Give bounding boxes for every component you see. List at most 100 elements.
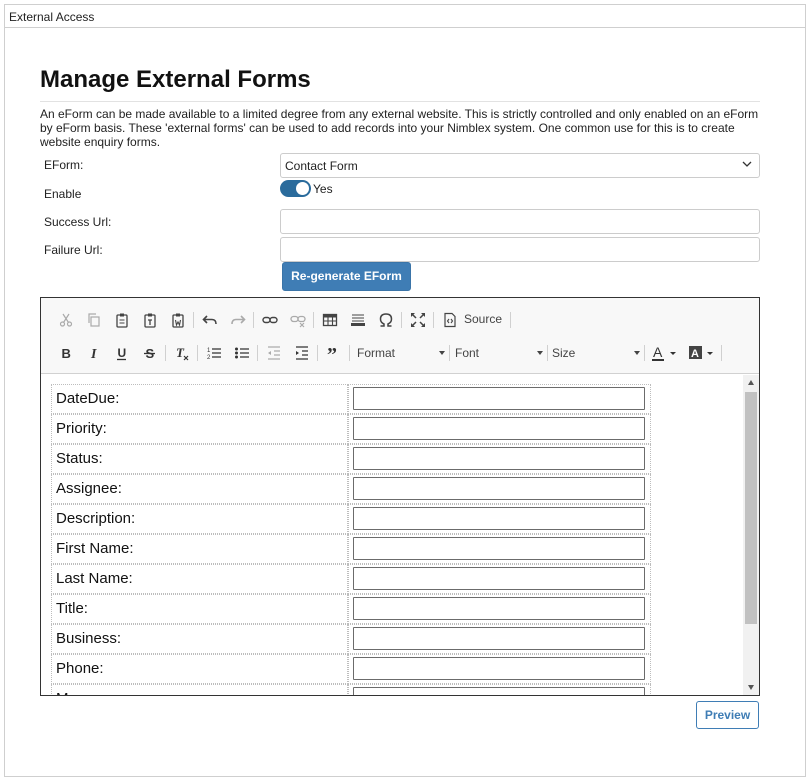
unlink-icon[interactable]: [287, 309, 309, 331]
italic-icon[interactable]: I: [83, 342, 105, 364]
editor-content[interactable]: DateDue: Priority: Status: Assignee: Descrip…: [41, 375, 741, 695]
maximize-icon[interactable]: [407, 309, 429, 331]
copy-icon[interactable]: [83, 309, 105, 331]
row-input-field[interactable]: [353, 507, 645, 530]
enable-toggle-value: Yes: [313, 182, 333, 196]
toggle-knob: [296, 182, 309, 195]
row-input-field[interactable]: [353, 627, 645, 650]
toolbar-separator: [165, 345, 166, 361]
special-character-icon[interactable]: [375, 309, 397, 331]
table-row: Priority:: [51, 414, 651, 444]
table-row: Description:: [51, 504, 651, 534]
page-title: Manage External Forms: [40, 66, 311, 93]
eform-select[interactable]: Contact Form: [280, 153, 760, 178]
background-color-icon: A: [689, 346, 713, 360]
toolbar-separator: [547, 345, 548, 361]
enable-label: Enable: [44, 187, 82, 201]
preview-button[interactable]: Preview: [696, 701, 759, 729]
row-input-field[interactable]: [353, 387, 645, 410]
row-label: Status:: [51, 444, 348, 474]
font-dropdown-label: Font: [455, 346, 480, 360]
source-button-label[interactable]: Source: [464, 312, 502, 326]
row-label: Assignee:: [51, 474, 348, 504]
cut-icon[interactable]: [55, 309, 77, 331]
source-icon[interactable]: [439, 309, 461, 331]
editor-scrollbar[interactable]: [743, 375, 759, 695]
underline-icon[interactable]: U: [111, 342, 133, 364]
toolbar-separator: [349, 345, 350, 361]
numbered-list-icon[interactable]: 12: [203, 342, 225, 364]
scroll-down-icon[interactable]: [748, 685, 754, 690]
success-url-label: Success Url:: [44, 215, 112, 229]
row-input-field[interactable]: [353, 417, 645, 440]
redo-icon[interactable]: [227, 309, 249, 331]
toolbar-separator: [433, 312, 434, 328]
table-row: First Name:: [51, 534, 651, 564]
toolbar-separator: [721, 345, 722, 361]
chevron-down-icon: [634, 351, 640, 355]
table-icon[interactable]: [319, 309, 341, 331]
format-dropdown-label: Format: [357, 346, 396, 360]
svg-text:”: ”: [327, 345, 337, 361]
toolbar-separator: [401, 312, 402, 328]
background-color-button[interactable]: A: [687, 343, 717, 363]
svg-text:A: A: [653, 344, 663, 360]
title-divider: [40, 101, 760, 102]
svg-text:2: 2: [207, 355, 211, 361]
table-row: Phone:: [51, 654, 651, 684]
row-label: Description:: [51, 504, 348, 534]
rich-text-editor: Source B I U S T 12 ” Format Font Size A…: [40, 297, 760, 696]
font-dropdown[interactable]: Font: [455, 342, 543, 364]
failure-url-label: Failure Url:: [44, 243, 103, 257]
row-input-field[interactable]: [353, 567, 645, 590]
bold-icon[interactable]: B: [55, 342, 77, 364]
failure-url-input[interactable]: [280, 237, 760, 262]
row-input-field[interactable]: [353, 657, 645, 680]
remove-format-icon[interactable]: T: [171, 342, 193, 364]
scroll-thumb[interactable]: [745, 392, 757, 624]
scroll-up-icon[interactable]: [748, 380, 754, 385]
eform-label: EForm:: [44, 158, 84, 172]
row-label: Last Name:: [51, 564, 348, 594]
horizontal-line-icon[interactable]: [347, 309, 369, 331]
link-icon[interactable]: [259, 309, 281, 331]
row-input-field[interactable]: [353, 477, 645, 500]
svg-text:1: 1: [207, 348, 211, 354]
strikethrough-icon[interactable]: S: [139, 342, 161, 364]
eform-selected-value: Contact Form: [285, 159, 358, 173]
row-input-field[interactable]: [353, 447, 645, 470]
size-dropdown[interactable]: Size: [552, 342, 640, 364]
size-dropdown-label: Size: [552, 346, 576, 360]
bulleted-list-icon[interactable]: [231, 342, 253, 364]
toolbar-separator: [317, 345, 318, 361]
format-dropdown[interactable]: Format: [357, 342, 445, 364]
text-color-button[interactable]: A: [650, 343, 680, 363]
paste-icon[interactable]: [111, 309, 133, 331]
row-input-field[interactable]: [353, 537, 645, 560]
row-input-field[interactable]: [353, 687, 645, 695]
toolbar-separator: [510, 312, 511, 328]
row-label: DateDue:: [51, 384, 348, 414]
svg-text:T: T: [176, 345, 185, 360]
panel-header: External Access: [5, 5, 805, 28]
undo-icon[interactable]: [199, 309, 221, 331]
row-label: First Name:: [51, 534, 348, 564]
paste-text-icon[interactable]: [139, 309, 161, 331]
regenerate-eform-button[interactable]: Re-generate EForm: [282, 262, 411, 291]
svg-text:A: A: [691, 348, 699, 360]
row-input-field[interactable]: [353, 597, 645, 620]
enable-toggle[interactable]: [280, 180, 311, 197]
toolbar-separator: [449, 345, 450, 361]
table-row: Business:: [51, 624, 651, 654]
svg-text:U: U: [118, 346, 127, 360]
paste-word-icon[interactable]: [167, 309, 189, 331]
toolbar-separator: [253, 312, 254, 328]
indent-icon[interactable]: [291, 342, 313, 364]
blockquote-icon[interactable]: ”: [323, 342, 345, 364]
table-row: M...: [51, 684, 651, 695]
success-url-input[interactable]: [280, 209, 760, 234]
toolbar-separator: [644, 345, 645, 361]
toolbar-separator: [257, 345, 258, 361]
toolbar-separator: [197, 345, 198, 361]
outdent-icon[interactable]: [263, 342, 285, 364]
